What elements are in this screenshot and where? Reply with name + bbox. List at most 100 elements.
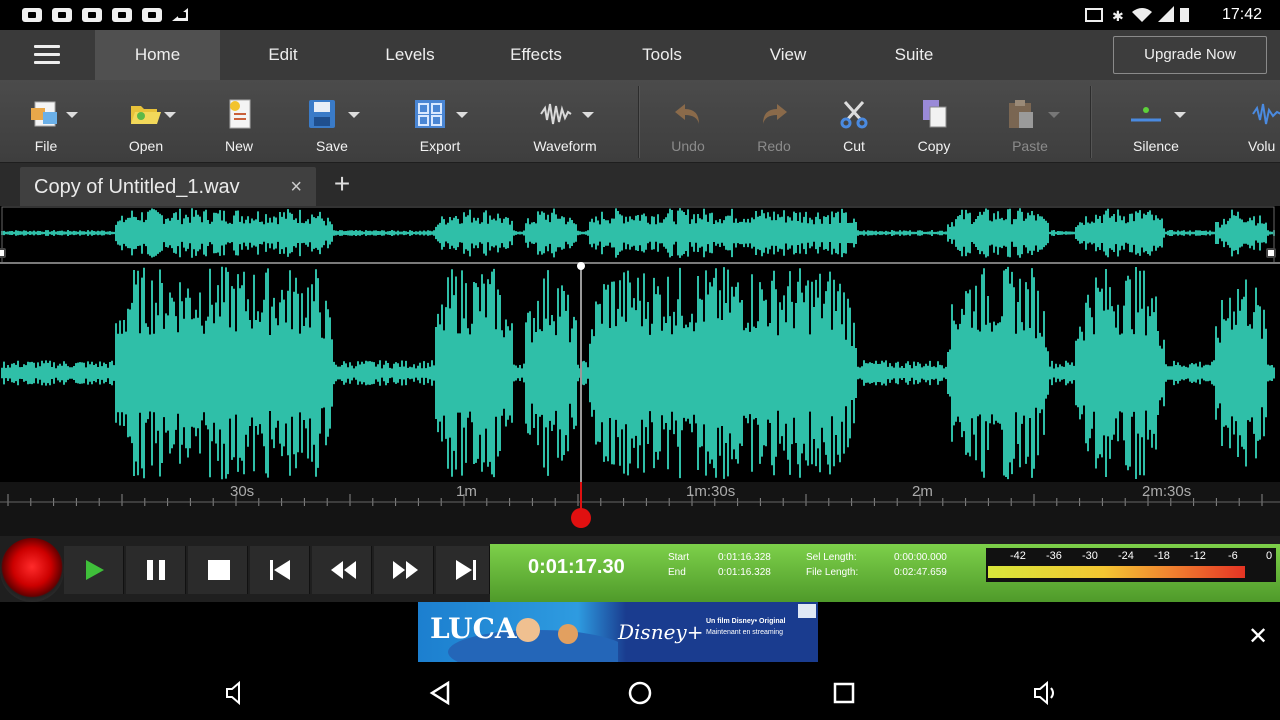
waveform-editor[interactable]: 30s 1m 1m:30s 2m 2m:30s: [0, 206, 1280, 536]
copy-label: Copy: [917, 138, 951, 154]
tab-suite[interactable]: Suite: [852, 30, 976, 80]
system-status-icons: ✱: [1084, 6, 1194, 28]
tab-view[interactable]: View: [726, 30, 850, 80]
transport-bar: 0:01:17.30 Start 0:01:16.328 End 0:01:16…: [0, 536, 1280, 602]
tab-tools[interactable]: Tools: [600, 30, 724, 80]
waveform-canvas[interactable]: 30s 1m 1m:30s 2m 2m:30s: [0, 206, 1280, 536]
silence-button[interactable]: Silence: [1114, 80, 1198, 162]
save-icon: [309, 100, 335, 128]
battery-icon: [1180, 8, 1189, 22]
waveform-dropdown-caret: [582, 112, 594, 118]
home-icon[interactable]: [626, 680, 654, 706]
volume-down-icon[interactable]: [224, 680, 252, 706]
screenshot-icon: [1085, 8, 1103, 22]
playhead-handle[interactable]: [571, 508, 591, 528]
open-button[interactable]: Open: [110, 80, 182, 162]
notification-icon: [22, 8, 42, 22]
menu-bar: Home Edit Levels Effects Tools View Suit…: [0, 30, 1280, 80]
undo-button[interactable]: Undo: [656, 80, 720, 162]
ad-close-button[interactable]: ✕: [1248, 622, 1268, 651]
overview-left-handle[interactable]: [0, 248, 6, 258]
new-label: New: [224, 138, 253, 154]
upgrade-now-button[interactable]: Upgrade Now: [1113, 36, 1267, 74]
tab-edit[interactable]: Edit: [222, 30, 344, 80]
notification-icon: [112, 8, 132, 22]
wifi-icon: [1132, 8, 1152, 22]
timeline-ruler[interactable]: [0, 482, 1280, 536]
fast-forward-icon: [393, 561, 418, 579]
ad-line-2: Maintenant en streaming: [706, 629, 784, 636]
file-button[interactable]: File: [10, 80, 82, 162]
silence-dropdown-caret: [1174, 112, 1186, 118]
scissors-icon: [840, 101, 868, 129]
signal-icon: [1158, 6, 1174, 22]
timeline-label: 1m:30s: [686, 483, 735, 500]
skip-to-start-button[interactable]: [250, 546, 310, 594]
waveform-label: Waveform: [533, 138, 597, 154]
ad-banner[interactable]: LUCA Disney+ Un film Disney• Original Ma…: [418, 602, 818, 662]
volume-up-icon[interactable]: [1032, 680, 1060, 706]
volume-button[interactable]: Volu: [1238, 80, 1280, 162]
timeline-label: 30s: [230, 483, 254, 500]
skip-forward-icon: [456, 560, 476, 580]
new-button[interactable]: New: [206, 80, 272, 162]
status-icons-svg: ✱: [1085, 6, 1189, 25]
stop-button[interactable]: [188, 546, 248, 594]
recents-icon[interactable]: [830, 680, 858, 706]
ad-choices-icon[interactable]: [798, 604, 816, 618]
playhead-top-marker[interactable]: [577, 262, 585, 270]
timeline-label: 2m:30s: [1142, 483, 1191, 500]
sel-length-label: Sel Length:: [806, 552, 857, 563]
toolbar: File Open New Save Export Waveform Undo …: [0, 80, 1280, 162]
fast-forward-button[interactable]: [374, 546, 434, 594]
rewind-icon: [331, 561, 356, 579]
meter-level-bar: [988, 566, 1246, 578]
tab-effects[interactable]: Effects: [474, 30, 598, 80]
file-icon: [31, 101, 57, 127]
overview-right-handle[interactable]: [1266, 248, 1276, 258]
export-icon: [415, 100, 445, 128]
cut-button[interactable]: Cut: [822, 80, 886, 162]
navigation-bar: [0, 666, 1280, 720]
back-icon[interactable]: [426, 680, 454, 706]
folder-open-icon: [131, 106, 161, 124]
save-button[interactable]: Save: [294, 80, 370, 162]
status-clock: 17:42: [1221, 6, 1262, 23]
volume-waveform-icon: [1252, 103, 1280, 125]
file-dropdown-caret: [66, 112, 78, 118]
end-value: 0:01:16.328: [718, 567, 771, 578]
hamburger-menu-icon[interactable]: [34, 45, 60, 65]
redo-icon: [763, 104, 787, 124]
paste-icon: [1009, 100, 1033, 128]
timeline-label: 1m: [456, 483, 477, 500]
start-value: 0:01:16.328: [718, 552, 771, 563]
end-label: End: [668, 567, 686, 578]
copy-button[interactable]: Copy: [902, 80, 966, 162]
pause-icon: [147, 560, 165, 580]
meter-tick: -24: [1118, 550, 1134, 562]
current-time: 0:01:17.30: [528, 556, 625, 578]
start-label: Start: [668, 552, 690, 563]
waveform-button[interactable]: Waveform: [520, 80, 610, 162]
rewind-button[interactable]: [312, 546, 372, 594]
pause-button[interactable]: [126, 546, 186, 594]
close-tab-icon[interactable]: ×: [290, 167, 302, 207]
tab-levels[interactable]: Levels: [348, 30, 472, 80]
meter-tick: -12: [1190, 550, 1206, 562]
sel-length-value: 0:00:00.000: [894, 552, 947, 563]
play-button[interactable]: [64, 546, 124, 594]
meter-tick: -6: [1228, 550, 1238, 562]
record-button[interactable]: [0, 538, 64, 602]
file-tab[interactable]: Copy of Untitled_1.wav ×: [20, 167, 316, 207]
export-button[interactable]: Export: [400, 80, 480, 162]
save-label: Save: [316, 138, 348, 154]
redo-button[interactable]: Redo: [742, 80, 806, 162]
waveform-icon: [540, 103, 572, 125]
skip-to-end-button[interactable]: [436, 546, 490, 594]
silence-label: Silence: [1133, 138, 1179, 154]
add-tab-button[interactable]: +: [328, 167, 356, 203]
timeline-label: 2m: [912, 483, 933, 500]
ad-title: LUCA: [430, 612, 517, 645]
tab-home[interactable]: Home: [95, 30, 220, 80]
paste-button[interactable]: Paste: [990, 80, 1070, 162]
